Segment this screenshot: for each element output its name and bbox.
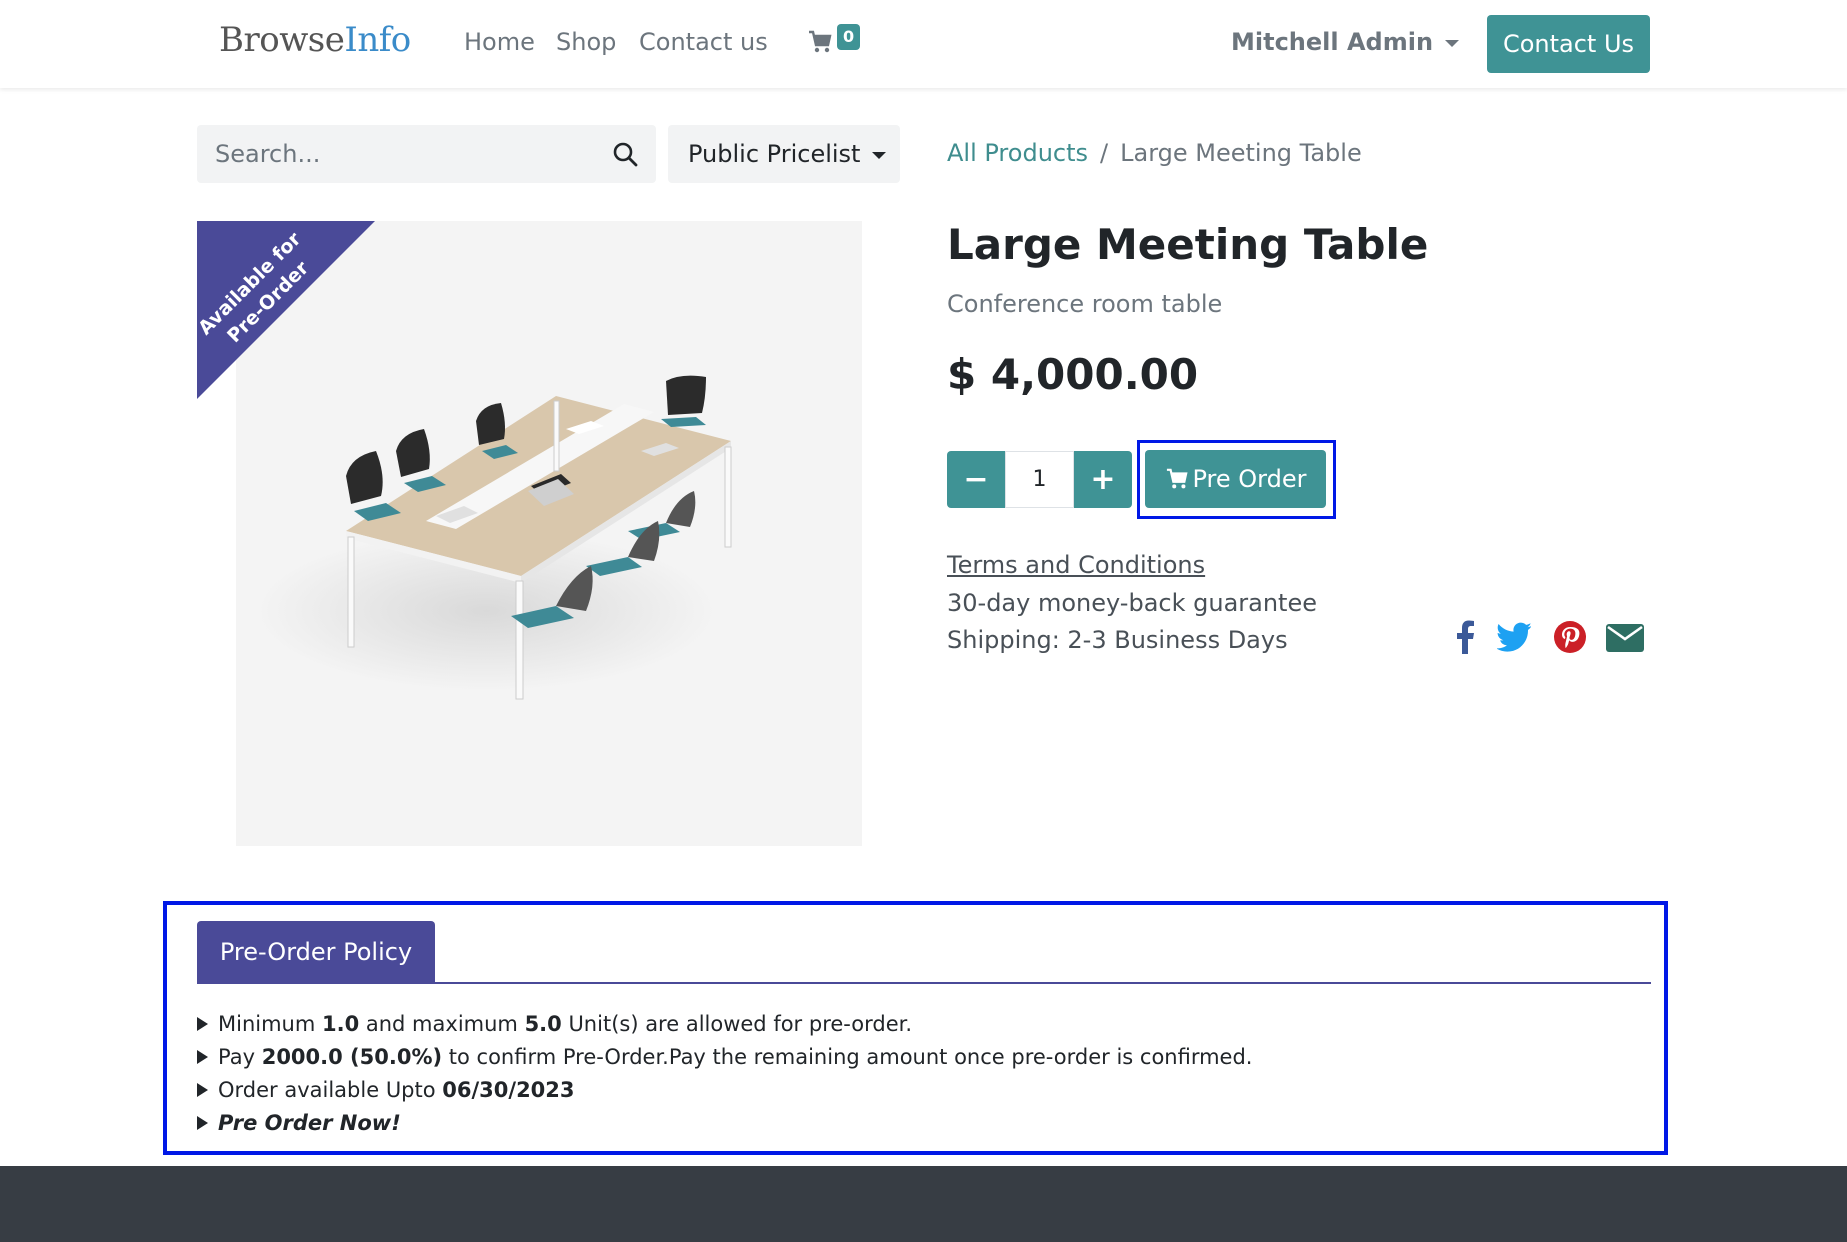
user-menu[interactable]: Mitchell Admin	[1231, 28, 1460, 56]
caret-right-icon	[197, 1017, 208, 1031]
breadcrumb: All Products / Large Meeting Table	[947, 139, 1362, 167]
policy-text: Order available Upto	[218, 1078, 443, 1102]
search-box	[197, 125, 656, 183]
preorder-button-label: Pre Order	[1192, 465, 1307, 493]
pricelist-dropdown[interactable]: Public Pricelist	[668, 125, 900, 183]
nav-contact-us[interactable]: Contact us	[639, 28, 768, 56]
tab-divider	[197, 982, 1651, 984]
policy-text: to confirm Pre-Order.Pay the remaining a…	[442, 1045, 1253, 1069]
policy-item-availability: Order available Upto 06/30/2023	[197, 1076, 1252, 1109]
facebook-icon[interactable]	[1455, 620, 1475, 654]
policy-item-cta: Pre Order Now!	[197, 1109, 1252, 1142]
product-title: Large Meeting Table	[947, 220, 1429, 269]
breadcrumb-all-products[interactable]: All Products	[947, 139, 1088, 167]
tab-preorder-policy[interactable]: Pre-Order Policy	[197, 921, 435, 983]
preorder-button[interactable]: Pre Order	[1145, 450, 1326, 508]
policy-deposit-amount: 2000.0 (50.0%)	[261, 1045, 443, 1069]
policy-item-quantity: Minimum 1.0 and maximum 5.0 Unit(s) are …	[197, 1010, 1252, 1043]
breadcrumb-current: Large Meeting Table	[1120, 139, 1362, 167]
product-description: Conference room table	[947, 290, 1223, 318]
policy-text: Pay	[218, 1045, 262, 1069]
product-price: $ 4,000.00	[947, 350, 1199, 399]
policy-text: Unit(s) are allowed for pre-order.	[561, 1012, 912, 1036]
policy-item-payment: Pay 2000.0 (50.0%) to confirm Pre-Order.…	[197, 1043, 1252, 1076]
preorder-policy-list: Minimum 1.0 and maximum 5.0 Unit(s) are …	[197, 1010, 1252, 1142]
nav-shop[interactable]: Shop	[556, 28, 616, 56]
policy-text: and maximum	[359, 1012, 525, 1036]
pinterest-icon[interactable]	[1553, 620, 1587, 654]
caret-right-icon	[197, 1083, 208, 1097]
policy-max-qty: 5.0	[524, 1012, 562, 1036]
page-footer	[0, 1166, 1847, 1242]
user-name: Mitchell Admin	[1231, 28, 1434, 56]
terms-link[interactable]: Terms and Conditions	[947, 551, 1205, 579]
twitter-icon[interactable]	[1497, 620, 1531, 654]
search-input[interactable]	[215, 125, 595, 183]
quantity-input[interactable]	[1005, 451, 1074, 508]
breadcrumb-separator: /	[1100, 139, 1109, 167]
caret-right-icon	[197, 1050, 208, 1064]
top-navbar: BrowseInfo Home Shop Contact us 0 Mitche…	[0, 0, 1847, 88]
caret-right-icon	[197, 1116, 208, 1130]
email-icon[interactable]	[1606, 620, 1644, 654]
cart-icon	[1166, 468, 1188, 489]
quantity-increase-button[interactable]: +	[1074, 451, 1132, 508]
policy-text: Minimum	[218, 1012, 322, 1036]
logo-text-info: Info	[344, 20, 411, 60]
pricelist-label: Public Pricelist	[688, 140, 861, 168]
minus-icon: −	[963, 462, 989, 497]
contact-us-button[interactable]: Contact Us	[1487, 15, 1650, 73]
cart-count-badge: 0	[837, 24, 861, 50]
plus-icon: +	[1090, 462, 1116, 497]
brand-logo[interactable]: BrowseInfo	[219, 20, 411, 60]
quantity-decrease-button[interactable]: −	[947, 451, 1005, 508]
chevron-down-icon	[1445, 39, 1460, 47]
policy-min-qty: 1.0	[322, 1012, 360, 1036]
cart-icon[interactable]	[808, 30, 832, 54]
chevron-down-icon	[872, 151, 887, 159]
shipping-text: Shipping: 2-3 Business Days	[947, 626, 1288, 654]
guarantee-text: 30-day money-back guarantee	[947, 589, 1317, 617]
search-icon[interactable]	[612, 141, 638, 167]
nav-home[interactable]: Home	[464, 28, 535, 56]
policy-available-date: 06/30/2023	[442, 1078, 575, 1102]
policy-cta-text: Pre Order Now!	[218, 1111, 401, 1135]
preorder-ribbon: Available for Pre-Order	[197, 221, 375, 399]
logo-text-browse: Browse	[219, 20, 345, 60]
